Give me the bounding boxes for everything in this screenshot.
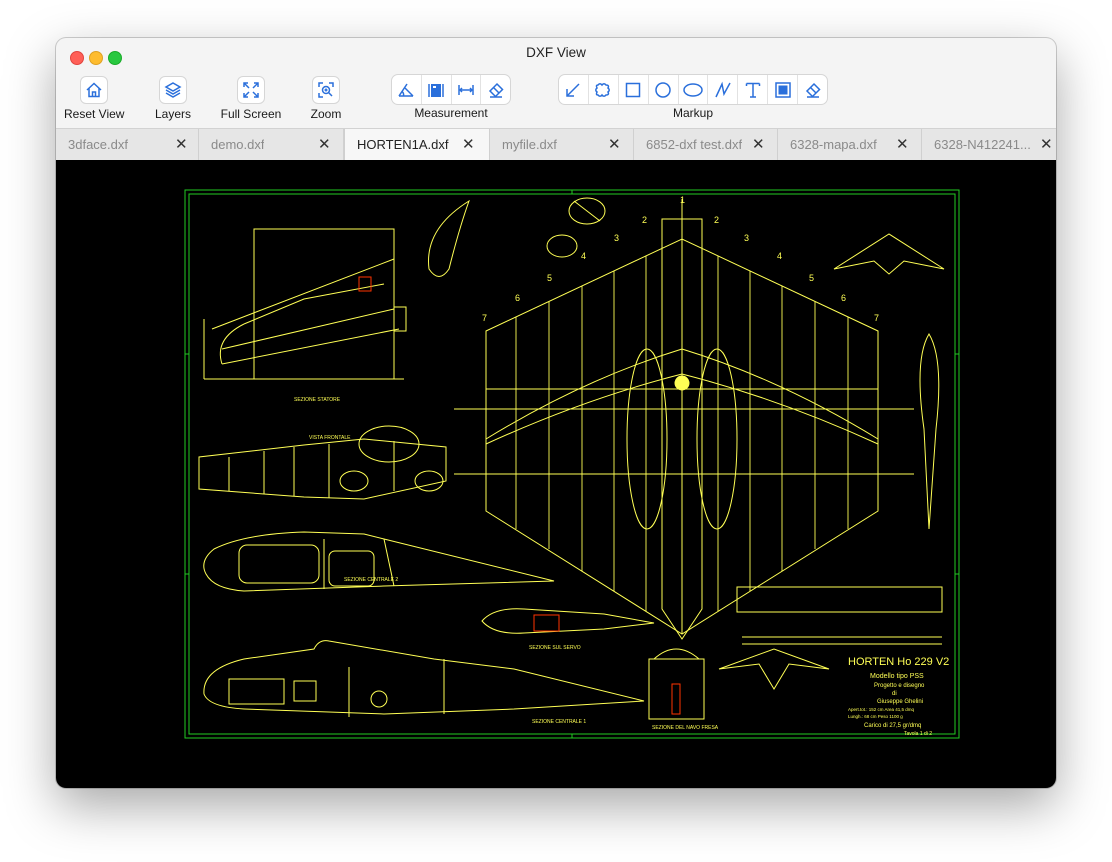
title-block-line: Lungh.: 68 cm Peso 1100 g <box>848 714 903 719</box>
full-screen-button[interactable]: Full Screen <box>216 76 286 121</box>
title-block-line: Progetto e disegno <box>874 683 925 689</box>
rib-number: 2 <box>642 215 647 225</box>
expand-icon <box>237 76 265 104</box>
rib-number: 6 <box>515 293 520 303</box>
markup-eraser-icon[interactable] <box>798 75 827 104</box>
section-label: SEZIONE CENTRALE 1 <box>532 719 586 725</box>
rib-number: 4 <box>581 251 586 261</box>
tab-6852-dxf-test[interactable]: 6852-dxf test.dxf ✕ <box>634 129 778 160</box>
close-tab-icon[interactable]: ✕ <box>462 135 475 153</box>
tab-3dface[interactable]: 3dface.dxf ✕ <box>56 129 199 160</box>
tab-6328-mapa[interactable]: 6328-mapa.dxf ✕ <box>778 129 922 160</box>
tab-label: 3dface.dxf <box>68 137 128 152</box>
title-block-line: Carico di 27,5 gr/dmq <box>864 723 921 729</box>
rib-number: 7 <box>874 313 879 323</box>
tab-label: myfile.dxf <box>502 137 557 152</box>
rib-number: 1 <box>680 195 685 205</box>
section-label: SEZIONE SUL SERVO <box>529 645 581 651</box>
cloud-icon[interactable] <box>589 75 619 104</box>
title-block-line: Giuseppe Ghelini <box>877 699 923 705</box>
document-tab-bar: 3dface.dxf ✕ demo.dxf ✕ HORTEN1A.dxf ✕ m… <box>56 128 1056 161</box>
tab-6328-n412241[interactable]: 6328-N412241... ✕ <box>922 129 1056 160</box>
home-icon <box>80 76 108 104</box>
area-measure-icon[interactable] <box>422 75 452 104</box>
measurement-group <box>391 74 511 105</box>
tab-label: 6852-dxf test.dxf <box>646 137 743 152</box>
title-block-line: Tavola 1 di 2 <box>904 731 932 737</box>
tab-label: 6328-mapa.dxf <box>790 137 877 152</box>
filled-rectangle-icon[interactable] <box>768 75 799 104</box>
tab-myfile[interactable]: myfile.dxf ✕ <box>490 129 634 160</box>
rib-number: 3 <box>614 233 619 243</box>
app-window: DXF View Reset View Layers Full Screen Z… <box>56 38 1056 788</box>
section-labels: SEZIONE STATORE VISTA FRONTALE SEZIONE C… <box>294 397 719 731</box>
close-tab-icon[interactable]: ✕ <box>752 135 765 153</box>
title-block-line: HORTEN Ho 229 V2 <box>848 656 949 668</box>
tab-horten1a[interactable]: HORTEN1A.dxf ✕ <box>344 129 490 160</box>
rib-number: 5 <box>809 273 814 283</box>
close-tab-icon[interactable]: ✕ <box>318 135 331 153</box>
reset-view-button[interactable]: Reset View <box>64 76 124 121</box>
tab-label: HORTEN1A.dxf <box>357 137 449 152</box>
arrow-icon[interactable] <box>559 75 589 104</box>
layers-icon <box>159 76 187 104</box>
dxf-canvas[interactable]: 1 2 2 3 3 4 4 5 5 6 6 7 7 SEZIONE STATOR… <box>56 160 1056 788</box>
title-block-line: Apert.tot.: 152 cm Area 41,5 dmq <box>848 707 915 712</box>
sheet-border-inner <box>188 193 956 735</box>
close-tab-icon[interactable]: ✕ <box>1040 135 1053 153</box>
close-tab-icon[interactable]: ✕ <box>896 135 909 153</box>
rib-number: 7 <box>482 313 487 323</box>
measure-eraser-icon[interactable] <box>481 75 510 104</box>
section-label: SEZIONE STATORE <box>294 397 341 403</box>
polyline-icon[interactable] <box>708 75 739 104</box>
rib-number: 6 <box>841 293 846 303</box>
measurement-label: Measurement <box>414 106 488 120</box>
circle-icon[interactable] <box>649 75 679 104</box>
tab-label: 6328-N412241... <box>934 137 1031 152</box>
section-label: SEZIONE CENTRALE 2 <box>344 577 398 583</box>
layers-button[interactable]: Layers <box>148 76 198 121</box>
text-icon[interactable] <box>738 75 769 104</box>
window-title: DXF View <box>526 45 586 60</box>
close-tab-icon[interactable]: ✕ <box>608 135 621 153</box>
drawing-geometry <box>198 197 945 720</box>
markup-label: Markup <box>672 106 713 120</box>
zoom-button[interactable]: Zoom <box>306 76 346 121</box>
distance-measure-icon[interactable] <box>452 75 482 104</box>
full-screen-label: Full Screen <box>220 107 282 121</box>
rib-number: 3 <box>744 233 749 243</box>
title-block: HORTEN Ho 229 V2 Modello tipo PSS Proget… <box>848 656 949 737</box>
tab-demo[interactable]: demo.dxf ✕ <box>199 129 344 160</box>
tab-label: demo.dxf <box>211 137 265 152</box>
title-bar: DXF View <box>56 38 1056 68</box>
cad-drawing: 1 2 2 3 3 4 4 5 5 6 6 7 7 SEZIONE STATOR… <box>184 189 960 739</box>
section-label: VISTA FRONTALE <box>309 435 351 441</box>
rib-number: 5 <box>547 273 552 283</box>
close-tab-icon[interactable]: ✕ <box>175 135 188 153</box>
zoom-label: Zoom <box>310 107 342 121</box>
rib-number: 2 <box>714 215 719 225</box>
markup-group <box>558 74 828 105</box>
rib-number: 4 <box>777 251 782 261</box>
title-block-line: di <box>892 691 897 697</box>
ellipse-icon[interactable] <box>679 75 709 104</box>
layers-label: Layers <box>154 107 192 121</box>
reset-view-label: Reset View <box>64 107 125 121</box>
title-block-line: Modello tipo PSS <box>870 673 924 680</box>
sheet-border-outer <box>184 189 960 739</box>
section-label: SEZIONE DEL NAVO FRESA <box>652 725 719 731</box>
rectangle-icon[interactable] <box>619 75 649 104</box>
angle-measure-icon[interactable] <box>392 75 422 104</box>
zoom-icon <box>312 76 340 104</box>
